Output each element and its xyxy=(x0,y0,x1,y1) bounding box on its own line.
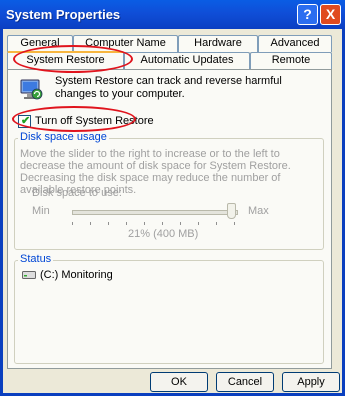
tab-label: Advanced xyxy=(270,37,320,49)
close-button[interactable]: X xyxy=(320,4,341,25)
tab-automatic-updates[interactable]: Automatic Updates xyxy=(124,52,250,69)
slider-max-label: Max xyxy=(248,205,269,217)
cancel-button[interactable]: Cancel xyxy=(216,372,274,392)
annotation-circle-system-restore-tab xyxy=(13,45,133,73)
help-button[interactable]: ? xyxy=(297,4,318,25)
apply-button[interactable]: Apply xyxy=(282,372,340,392)
disk-space-slider[interactable] xyxy=(72,200,240,230)
tab-label: Hardware xyxy=(194,37,242,49)
tab-advanced[interactable]: Advanced xyxy=(258,35,332,52)
tab-hardware[interactable]: Hardware xyxy=(178,35,258,52)
slider-value-text: 21% (400 MB) xyxy=(128,228,199,240)
slider-track xyxy=(72,210,238,215)
ok-button[interactable]: OK xyxy=(150,372,208,392)
drive-status-text: (C:) Monitoring xyxy=(40,269,113,281)
window-title: System Properties xyxy=(6,7,121,22)
tab-label: Automatic Updates xyxy=(140,54,234,66)
slider-label: Disk space to use: xyxy=(32,187,122,199)
tab-remote[interactable]: Remote xyxy=(250,52,332,69)
slider-ticks xyxy=(72,222,235,225)
slider-min-label: Min xyxy=(32,205,50,217)
annotation-circle-checkbox xyxy=(12,106,136,132)
tab-label: Remote xyxy=(271,54,311,66)
status-group-title: Status xyxy=(18,253,54,265)
title-bar[interactable]: System Properties ? X xyxy=(0,0,345,29)
system-restore-icon xyxy=(20,79,43,100)
disk-space-group-title: Disk space usage xyxy=(18,131,109,143)
slider-thumb[interactable] xyxy=(227,203,236,219)
drive-icon xyxy=(22,271,36,279)
restore-description: System Restore can track and reverse har… xyxy=(55,75,282,100)
